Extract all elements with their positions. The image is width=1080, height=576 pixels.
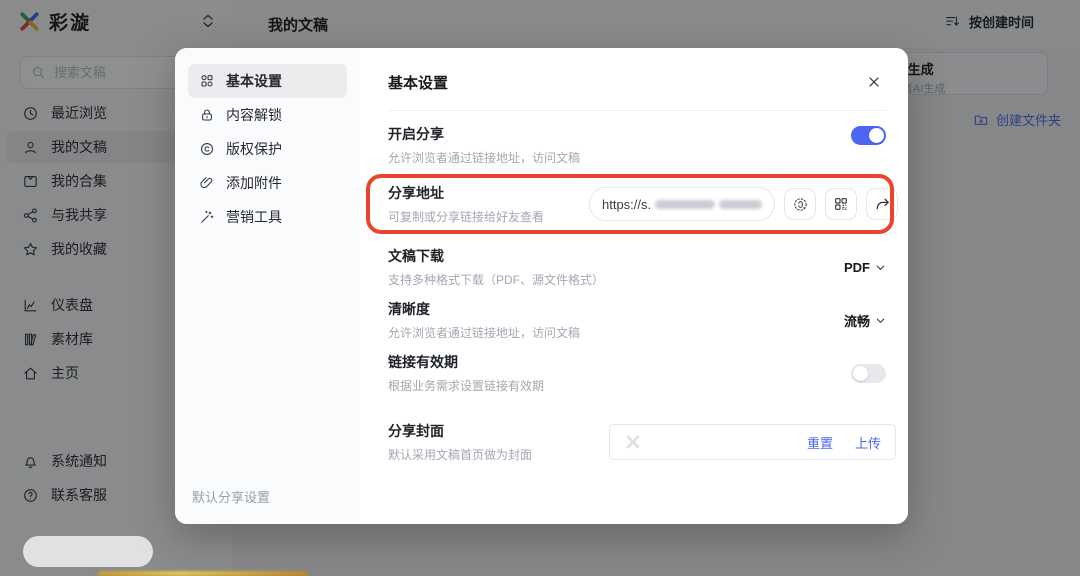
miniprogram-code-icon: [792, 196, 809, 213]
modal-content: 基本设置 开启分享 允许浏览者通过链接地址，访问文稿 分享地址 可复制或分享链接…: [360, 48, 908, 524]
row-title: 文稿下载: [388, 246, 604, 266]
magic-wand-icon: [199, 209, 215, 225]
share-url-prefix: https://s.: [602, 197, 651, 212]
row-link-expiry: 链接有效期 根据业务需求设置链接有效期: [388, 352, 886, 394]
row-title: 开启分享: [388, 124, 580, 144]
close-icon: [867, 75, 881, 89]
row-clarity: 清晰度 允许浏览者通过链接地址，访问文稿 流畅: [388, 299, 886, 341]
tab-label: 营销工具: [226, 207, 282, 227]
qr-code-button[interactable]: [825, 188, 857, 220]
row-desc: 默认采用文稿首页做为封面: [388, 446, 532, 463]
chevron-down-icon: [875, 315, 886, 326]
miniprogram-code-button[interactable]: [784, 188, 816, 220]
cover-upload-button[interactable]: 上传: [855, 433, 881, 452]
qr-code-icon: [833, 196, 849, 212]
row-title: 分享地址: [388, 183, 544, 203]
divider: [388, 110, 886, 111]
tab-label: 添加附件: [226, 173, 282, 193]
clarity-value: 流畅: [844, 311, 870, 330]
share-forward-icon: [874, 196, 891, 213]
row-desc: 允许浏览者通过链接地址，访问文稿: [388, 149, 580, 166]
download-format-value: PDF: [844, 260, 870, 275]
default-share-settings-link[interactable]: 默认分享设置: [192, 487, 270, 506]
row-desc: 可复制或分享链接给好友查看: [388, 208, 544, 225]
cover-reset-button[interactable]: 重置: [807, 433, 833, 452]
tab-content-unlock[interactable]: 内容解锁: [188, 98, 347, 132]
row-desc: 支持多种格式下载（PDF、源文件格式）: [388, 271, 604, 288]
enable-share-toggle[interactable]: [851, 126, 886, 145]
tab-basic-settings[interactable]: 基本设置: [188, 64, 347, 98]
row-desc: 允许浏览者通过链接地址，访问文稿: [388, 324, 580, 341]
row-share-url: 分享地址 可复制或分享链接给好友查看 https://s.: [388, 183, 886, 225]
tab-label: 基本设置: [226, 71, 282, 91]
row-title: 清晰度: [388, 299, 580, 319]
row-title: 链接有效期: [388, 352, 544, 372]
tab-label: 内容解锁: [226, 105, 282, 125]
tab-marketing-tools[interactable]: 营销工具: [188, 200, 347, 234]
row-enable-share: 开启分享 允许浏览者通过链接地址，访问文稿: [388, 124, 886, 166]
user-account-pill[interactable]: [23, 536, 153, 567]
tab-copyright[interactable]: 版权保护: [188, 132, 347, 166]
cover-thumbnail: [620, 431, 646, 453]
bottom-banner-sliver: [98, 571, 308, 576]
modal-tab-panel: 基本设置 内容解锁 版权保护 添加附件 营销工具 默认分享设置: [175, 48, 360, 524]
pinwheel-watermark-icon: [625, 434, 641, 450]
paperclip-icon: [199, 175, 215, 191]
redacted-url-segment: [655, 200, 715, 209]
chevron-down-icon: [875, 262, 886, 273]
row-desc: 根据业务需求设置链接有效期: [388, 377, 544, 394]
redacted-url-segment: [719, 200, 762, 209]
modal-title: 基本设置: [388, 72, 448, 93]
share-forward-button[interactable]: [866, 188, 898, 220]
lock-icon: [199, 107, 215, 123]
components-icon: [199, 73, 215, 89]
download-format-select[interactable]: PDF: [844, 260, 886, 275]
clarity-select[interactable]: 流畅: [844, 311, 886, 330]
tab-label: 版权保护: [226, 139, 282, 159]
row-share-cover: 分享封面 默认采用文稿首页做为封面 重置 上传: [388, 421, 886, 463]
share-settings-modal: 基本设置 内容解锁 版权保护 添加附件 营销工具 默认分享设置 基本设置: [175, 48, 908, 524]
share-url-field[interactable]: https://s.: [589, 187, 775, 221]
copyright-icon: [199, 141, 215, 157]
row-download: 文稿下载 支持多种格式下载（PDF、源文件格式） PDF: [388, 246, 886, 288]
close-button[interactable]: [862, 70, 886, 94]
cover-preview-box: 重置 上传: [609, 424, 896, 460]
link-expiry-toggle[interactable]: [851, 364, 886, 383]
tab-attachments[interactable]: 添加附件: [188, 166, 347, 200]
row-title: 分享封面: [388, 421, 532, 441]
